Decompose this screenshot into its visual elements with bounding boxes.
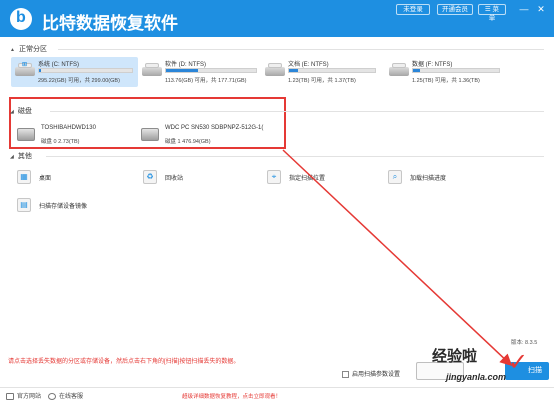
hard-disk-icon [17,128,35,141]
partition-e[interactable]: 文档 (E: NTFS) 1.23(TB) 可用，共 1.37(TB) [261,57,381,87]
other-label: 扫描存储设备镜像 [39,204,88,210]
partition-name: 文档 (E: NTFS) [288,62,329,68]
other-desktop[interactable]: ▦ 桌面 [17,170,97,186]
partition-name: 数据 (F: NTFS) [412,62,453,68]
website-link[interactable]: 官方网站 [6,391,41,400]
menu-button[interactable]: ☰ 菜单 [478,4,506,22]
other-label: 回收站 [165,176,184,182]
divider [58,49,544,50]
footer-bar: 官方网站 在线客服 超级详细数据恢复教程，点击立即观看！ [0,387,554,402]
section-label: 磁盘 [17,108,32,115]
watermark-url: jingyanla.com [446,372,507,382]
disk-name: WDC PC SN530 SDBPNPZ-512G-1( [165,125,264,131]
section-normal-partitions[interactable]: ▲ 正常分区 [10,44,47,54]
section-label: 其他 [17,153,32,160]
divider [50,111,544,112]
checkbox-icon [342,370,349,378]
usage-bar [412,68,500,73]
usage-bar [165,68,257,73]
location-icon: ⌖ [267,170,281,184]
drive-icon [142,61,162,77]
disk-0[interactable]: TOSHIBAHDWD130 磁盘 0 2.73(TB) [17,125,127,147]
app-logo-icon [10,8,32,30]
search-icon: ⌕ [388,170,402,184]
disk-1[interactable]: WDC PC SN530 SDBPNPZ-512G-1( 磁盘 1 476.94… [141,125,281,147]
watermark-text: 经验啦 [432,347,478,365]
partition-info: 113.76(GB) 可用，共 177.71(GB) [165,78,247,84]
disk-info: 磁盘 0 2.73(TB) [41,139,80,145]
checkmark-icon: ✓ [508,349,529,376]
other-label: 桌面 [39,176,52,182]
partition-info: 295.22(GB) 可用，共 299.00(GB) [38,78,120,84]
app-title: 比特数据恢复软件 [42,14,178,34]
website-label: 官方网站 [17,394,42,400]
other-disk-image[interactable]: ▤ 扫描存储设备镜像 [17,198,117,214]
system-drive-icon: ⊞ [15,61,35,77]
drive-icon [389,61,409,77]
hard-disk-icon [141,128,159,141]
advanced-settings-checkbox[interactable]: 启用扫描参数设置 [342,369,400,378]
vip-button[interactable]: 开通会员 [437,4,473,15]
usage-bar [38,68,133,73]
partition-name: 软件 (D: NTFS) [165,62,206,68]
login-button[interactable]: 未登录 [396,4,430,15]
disk-image-icon: ▤ [17,198,31,212]
support-link[interactable]: 在线客服 [48,391,83,400]
drive-icon [265,61,285,77]
divider [46,156,544,157]
expand-triangle-icon: ▲ [10,47,15,53]
minimize-icon[interactable]: — [519,4,529,14]
section-disks[interactable]: ◢ 磁盘 [10,106,32,116]
recycle-bin-icon: ♻ [143,170,157,184]
other-load-progress[interactable]: ⌕ 加载扫描进度 [388,170,478,186]
partition-info: 1.25(TB) 可用，共 1.36(TB) [412,78,480,84]
checkbox-label: 启用扫描参数设置 [352,372,401,378]
partition-f[interactable]: 数据 (F: NTFS) 1.25(TB) 可用，共 1.36(TB) [385,57,505,87]
partition-c[interactable]: ⊞ 系统 (C: NTFS) 295.22(GB) 可用，共 299.00(GB… [11,57,138,87]
support-label: 在线客服 [59,394,84,400]
chat-icon [48,392,56,400]
expand-triangle-icon: ◢ [10,109,14,115]
hint-text: 请点击选择丢失数据的分区或存储设备，然后点击右下角的[扫描]按钮扫描丢失的数据。 [8,359,240,365]
disk-info: 磁盘 1 476.94(GB) [165,139,211,145]
tutorial-link[interactable]: 超级详细数据恢复教程，点击立即观看！ [182,392,281,400]
partition-name: 系统 (C: NTFS) [38,62,79,68]
partition-info: 1.23(TB) 可用，共 1.37(TB) [288,78,356,84]
section-label: 正常分区 [18,46,47,53]
other-scan-location[interactable]: ⌖ 指定扫描位置 [267,170,357,186]
monitor-icon [6,392,14,400]
expand-triangle-icon: ◢ [10,154,14,160]
other-label: 加载扫描进度 [410,176,447,182]
version-label: 版本: 8.3.5 [511,340,538,346]
title-bar: 比特数据恢复软件 未登录 开通会员 ☰ 菜单 — ✕ [0,0,554,37]
disk-name: TOSHIBAHDWD130 [41,125,96,131]
usage-bar [288,68,376,73]
partition-d[interactable]: 软件 (D: NTFS) 113.76(GB) 可用，共 177.71(GB) [138,57,268,87]
other-label: 指定扫描位置 [289,176,326,182]
desktop-icon: ▦ [17,170,31,184]
other-recycle-bin[interactable]: ♻ 回收站 [143,170,223,186]
section-other[interactable]: ◢ 其他 [10,151,32,161]
close-icon[interactable]: ✕ [536,4,546,14]
